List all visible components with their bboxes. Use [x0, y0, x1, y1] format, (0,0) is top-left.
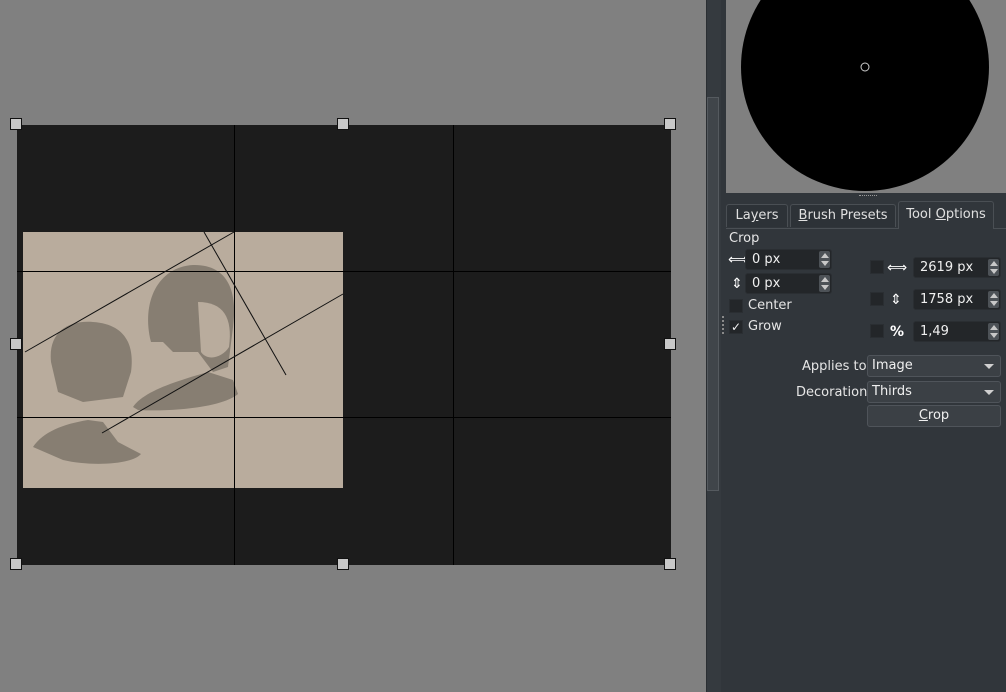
applies-to-label: Applies to: — [802, 359, 871, 374]
scrollbar-thumb[interactable] — [707, 97, 719, 491]
sketch-artwork — [33, 264, 238, 464]
crop-handle-left[interactable] — [10, 338, 22, 350]
decoration-dropdown[interactable]: Thirds — [867, 381, 1001, 403]
spin-arrows[interactable] — [819, 251, 830, 268]
check-icon: ✓ — [730, 320, 742, 334]
spin-arrows[interactable] — [988, 291, 999, 308]
width-lock-checkbox[interactable] — [870, 260, 884, 274]
height-spinbox[interactable]: 1758 px — [913, 289, 1001, 310]
chevron-down-icon — [984, 364, 994, 369]
crop-handle-top[interactable] — [337, 118, 349, 130]
y-offset-spinbox[interactable]: 0 px — [745, 273, 832, 294]
crop-handle-right[interactable] — [664, 338, 676, 350]
image-content — [23, 232, 343, 488]
crop-area[interactable] — [17, 125, 671, 565]
height-lock-checkbox[interactable] — [870, 292, 884, 306]
crop-handle-top-left[interactable] — [10, 118, 22, 130]
section-title: Crop — [729, 231, 760, 246]
ratio-lock-checkbox[interactable] — [870, 324, 884, 338]
applies-to-dropdown[interactable]: Image — [867, 355, 1001, 377]
tab-brush-presets[interactable]: Brush Presets — [790, 204, 896, 227]
horizontal-move-icon: ⟺ — [728, 252, 749, 268]
center-label: Center — [748, 298, 792, 313]
brush-circle — [741, 0, 989, 191]
ratio-spinbox[interactable]: 1,49 — [913, 321, 1001, 342]
canvas-area[interactable] — [0, 0, 706, 692]
center-checkbox[interactable] — [729, 299, 743, 313]
grow-checkbox[interactable]: ✓ — [729, 320, 743, 334]
spin-arrows[interactable] — [988, 323, 999, 340]
tab-tool-options[interactable]: Tool Options — [898, 201, 994, 229]
docker-tabbar: Layers Brush Presets Tool Options — [726, 201, 1006, 229]
grow-label: Grow — [748, 319, 782, 334]
crop-handle-bottom[interactable] — [337, 558, 349, 570]
crop-button[interactable]: Crop — [867, 405, 1001, 427]
decoration-label: Decoration: — [796, 385, 872, 400]
percent-icon: % — [889, 324, 905, 340]
x-offset-spinbox[interactable]: 0 px — [745, 249, 832, 270]
brush-preview — [726, 0, 1006, 193]
panel-splitter-handle[interactable] — [859, 195, 877, 199]
width-icon: ⟺ — [887, 260, 908, 276]
crop-handle-bottom-left[interactable] — [10, 558, 22, 570]
brush-shape-preview — [741, 0, 989, 191]
tab-layers[interactable]: Layers — [726, 204, 788, 227]
height-icon: ⇕ — [890, 292, 902, 308]
spin-arrows[interactable] — [988, 259, 999, 276]
crop-handle-top-right[interactable] — [664, 118, 676, 130]
vertical-move-icon: ⇕ — [731, 276, 743, 292]
spin-arrows[interactable] — [819, 275, 830, 292]
width-spinbox[interactable]: 2619 px — [913, 257, 1001, 278]
chevron-down-icon — [984, 390, 994, 395]
crop-handle-bottom-right[interactable] — [664, 558, 676, 570]
docker-grip-handle[interactable] — [722, 316, 726, 334]
